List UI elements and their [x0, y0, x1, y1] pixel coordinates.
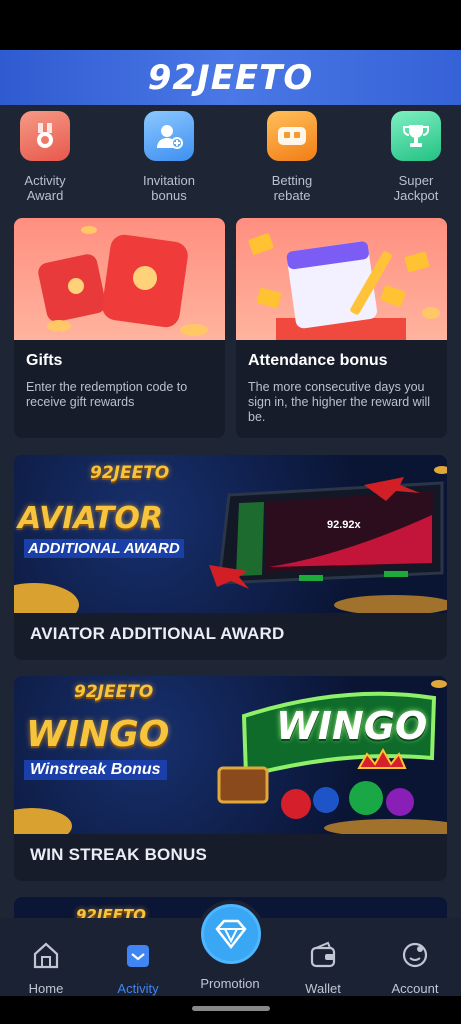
quick-action-label: Award	[26, 188, 64, 203]
banner-art-logo: 92JEETO	[74, 682, 154, 702]
gifts-illustration	[14, 218, 225, 340]
tab-label: Activity	[117, 981, 159, 996]
attendance-bonus-card[interactable]: Attendance bonus The more consecutive da…	[236, 218, 447, 438]
quick-action-label: rebate	[273, 188, 311, 203]
banner-art-subline: ADDITIONAL AWARD	[24, 539, 184, 558]
banner-art-headline: AVIATOR	[18, 501, 163, 536]
banner-title: WIN STREAK BONUS	[30, 845, 207, 864]
rebate-icon	[267, 111, 317, 161]
quick-action-activity-award[interactable]: Activity Award	[0, 111, 90, 203]
wingo-banner[interactable]: 92JEETO WINGO Winstreak Bonus WINGO WIN …	[14, 676, 447, 881]
aviator-banner-art: 92JEETO AVIATOR ADDITIONAL AWARD 92.92x	[14, 455, 447, 613]
home-gesture-pill[interactable]	[192, 1006, 270, 1011]
system-navigation-bar	[0, 996, 461, 1024]
banner-art-subline: Winstreak Bonus	[24, 760, 167, 780]
status-bar	[0, 0, 461, 50]
quick-action-label: bonus	[151, 188, 187, 203]
quick-action-label: Betting	[271, 173, 313, 188]
account-icon	[402, 942, 428, 968]
tab-home[interactable]: Home	[6, 940, 86, 996]
quick-action-label: Invitation	[142, 173, 196, 188]
tab-account[interactable]: Account	[375, 940, 455, 996]
diamond-icon	[215, 919, 247, 949]
card-title: Attendance bonus	[248, 352, 388, 369]
banner-title: AVIATOR ADDITIONAL AWARD	[30, 624, 285, 643]
quick-action-label: Jackpot	[393, 188, 439, 203]
quick-action-invitation-bonus[interactable]: Invitation bonus	[124, 111, 214, 203]
home-icon	[33, 942, 59, 969]
promotion-button[interactable]	[197, 900, 265, 968]
app-header: 92JEETO	[0, 50, 461, 105]
tab-activity[interactable]: Activity	[98, 940, 178, 996]
award-medal-icon	[20, 111, 70, 161]
card-description: Enter the redemption code to receive gif…	[26, 380, 188, 409]
activity-content[interactable]: Activity Award Invitation bonus Betting reb…	[0, 105, 461, 918]
tab-wallet[interactable]: Wallet	[283, 940, 363, 996]
banner-art-logo: 92JEETO	[76, 906, 146, 918]
brand-logo: 92JEETO	[147, 57, 314, 98]
tab-label: Home	[28, 981, 64, 996]
invite-user-icon	[144, 111, 194, 161]
trophy-icon	[391, 111, 441, 161]
quick-action-betting-rebate[interactable]: Betting rebate	[247, 111, 337, 203]
card-title: Gifts	[26, 352, 63, 369]
aviator-banner[interactable]: 92JEETO AVIATOR ADDITIONAL AWARD 92.92x …	[14, 455, 447, 660]
banner-art-logo: 92JEETO	[90, 463, 170, 483]
card-description: The more consecutive days you sign in, t…	[248, 380, 431, 424]
attendance-illustration	[236, 218, 447, 340]
gifts-card[interactable]: Gifts Enter the redemption code to recei…	[14, 218, 225, 438]
quick-action-label: Super	[398, 173, 434, 188]
quick-actions: Activity Award Invitation bonus Betting reb…	[0, 111, 461, 211]
wingo-banner-art: 92JEETO WINGO Winstreak Bonus WINGO	[14, 676, 447, 834]
quick-action-super-jackpot[interactable]: Super Jackpot	[371, 111, 461, 203]
quick-action-label: Activity	[24, 173, 66, 188]
banner-art-headline: WINGO	[26, 714, 170, 755]
banner-art-game-logo: WINGO	[276, 704, 428, 748]
wallet-icon	[310, 941, 336, 968]
tab-label: Wallet	[305, 981, 341, 996]
tab-label: Account	[391, 981, 439, 996]
activity-icon	[127, 945, 149, 967]
banner-art-multiplier: 92.92x	[327, 519, 361, 531]
tab-label: Promotion	[200, 976, 260, 991]
